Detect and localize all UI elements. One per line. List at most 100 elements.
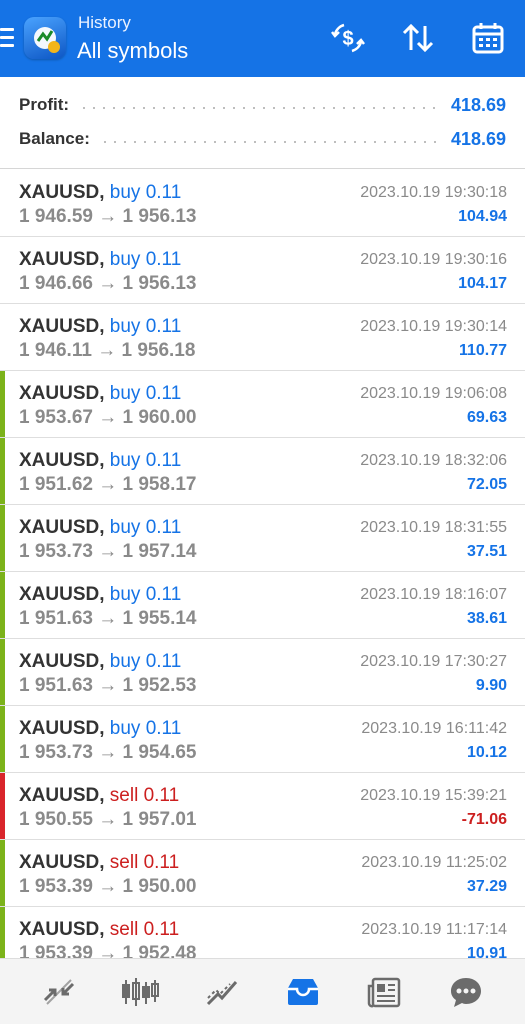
deal-time: 2023.10.19 17:30:27 bbox=[360, 653, 507, 670]
deal-status-bar bbox=[0, 572, 5, 638]
deal-profit: 37.29 bbox=[466, 878, 507, 895]
dotted-leader bbox=[79, 107, 441, 109]
deal-prices: 1 951.62 → 1 958.17 bbox=[19, 474, 197, 495]
deal-symbol-text: XAUUSD, bbox=[19, 651, 105, 672]
deal-profit: 69.63 bbox=[466, 409, 507, 426]
calendar-icon[interactable] bbox=[468, 18, 508, 58]
deal-status-bar bbox=[0, 639, 5, 705]
deal-symbol-text: XAUUSD, bbox=[19, 517, 105, 538]
deal-row[interactable]: XAUUSD, buy 0.11 1 946.66 → 1 956.13 2023.… bbox=[0, 237, 525, 304]
deal-side: buy 0.11 bbox=[109, 718, 182, 739]
deal-symbol: XAUUSD, buy 0.11 bbox=[19, 718, 181, 740]
dotted-leader bbox=[99, 141, 441, 143]
deal-side: buy 0.11 bbox=[109, 316, 182, 337]
deal-symbol: XAUUSD, buy 0.11 bbox=[19, 651, 181, 673]
sort-icon[interactable] bbox=[398, 18, 438, 58]
svg-text:$: $ bbox=[342, 28, 353, 50]
menu-icon[interactable] bbox=[0, 28, 14, 48]
deal-row[interactable]: XAUUSD, sell 0.11 1 953.39 → 1 952.48 2023… bbox=[0, 907, 525, 958]
deal-profit: 104.94 bbox=[458, 208, 507, 225]
deal-prices: 1 953.73 → 1 954.65 bbox=[19, 742, 197, 763]
deals-list[interactable]: XAUUSD, buy 0.11 1 946.59 → 1 956.13 2023.… bbox=[0, 170, 525, 958]
deal-prices: 1 951.63 → 1 955.14 bbox=[19, 608, 197, 629]
deal-time: 2023.10.19 16:11:42 bbox=[361, 720, 507, 737]
deal-time: 2023.10.19 11:25:02 bbox=[361, 854, 507, 871]
quotes-icon[interactable] bbox=[34, 967, 84, 1017]
deal-side: buy 0.11 bbox=[109, 182, 182, 203]
deal-time: 2023.10.19 11:17:14 bbox=[361, 921, 507, 938]
deal-row[interactable]: XAUUSD, buy 0.11 1 953.73 → 1 957.14 2023.… bbox=[0, 505, 525, 572]
deal-time: 2023.10.19 19:30:18 bbox=[360, 184, 507, 201]
deal-prices: 1 953.73 → 1 957.14 bbox=[19, 541, 197, 562]
deal-side: buy 0.11 bbox=[109, 517, 182, 538]
deal-prices: 1 946.11 → 1 956.18 bbox=[19, 340, 196, 361]
deal-row[interactable]: XAUUSD, buy 0.11 1 951.63 → 1 952.53 2023.… bbox=[0, 639, 525, 706]
deal-side: buy 0.11 bbox=[109, 651, 182, 672]
deal-symbol-text: XAUUSD, bbox=[19, 249, 105, 270]
deal-row[interactable]: XAUUSD, buy 0.11 1 953.73 → 1 954.65 2023.… bbox=[0, 706, 525, 773]
deal-row[interactable]: XAUUSD, sell 0.11 1 953.39 → 1 950.00 2023… bbox=[0, 840, 525, 907]
deal-symbol-text: XAUUSD, bbox=[19, 785, 105, 806]
deal-status-bar bbox=[0, 907, 5, 958]
deal-symbol-text: XAUUSD, bbox=[19, 718, 105, 739]
deal-time: 2023.10.19 18:32:06 bbox=[360, 452, 507, 469]
deal-row[interactable]: XAUUSD, buy 0.11 1 946.11 → 1 956.18 2023.… bbox=[0, 304, 525, 371]
deal-row[interactable]: XAUUSD, buy 0.11 1 951.63 → 1 955.14 2023.… bbox=[0, 572, 525, 639]
deal-symbol-text: XAUUSD, bbox=[19, 316, 105, 337]
deal-side: buy 0.11 bbox=[109, 450, 182, 471]
deal-prices: 1 953.67 → 1 960.00 bbox=[19, 407, 197, 428]
news-icon[interactable] bbox=[360, 967, 410, 1017]
history-icon[interactable] bbox=[278, 967, 328, 1017]
deal-symbol: XAUUSD, buy 0.11 bbox=[19, 517, 181, 539]
balance-row: Balance: 418.69 bbox=[19, 125, 506, 153]
chart-icon[interactable] bbox=[115, 967, 165, 1017]
deal-profit: 110.77 bbox=[458, 342, 507, 359]
trade-icon[interactable] bbox=[197, 967, 247, 1017]
deal-prices: 1 946.59 → 1 956.13 bbox=[19, 206, 197, 227]
currency-exchange-icon[interactable]: $ bbox=[328, 18, 368, 58]
deal-time: 2023.10.19 19:30:14 bbox=[360, 318, 507, 335]
deal-symbol: XAUUSD, sell 0.11 bbox=[19, 919, 179, 941]
deal-prices: 1 950.55 → 1 957.01 bbox=[19, 809, 197, 830]
deal-row[interactable]: XAUUSD, buy 0.11 1 946.59 → 1 956.13 2023.… bbox=[0, 170, 525, 237]
deal-side: buy 0.11 bbox=[109, 249, 182, 270]
bottom-navigation bbox=[0, 958, 525, 1024]
deal-status-bar bbox=[0, 773, 5, 839]
deal-row[interactable]: XAUUSD, buy 0.11 1 953.67 → 1 960.00 2023.… bbox=[0, 371, 525, 438]
app-header: History All symbols $ bbox=[0, 0, 525, 77]
deal-symbol-text: XAUUSD, bbox=[19, 182, 105, 203]
header-subtitle: History bbox=[78, 13, 131, 32]
deal-status-bar bbox=[0, 438, 5, 504]
profit-row: Profit: 418.69 bbox=[19, 91, 506, 119]
deal-symbol: XAUUSD, sell 0.11 bbox=[19, 852, 179, 874]
deal-profit: 10.12 bbox=[466, 744, 507, 761]
deal-row[interactable]: XAUUSD, buy 0.11 1 951.62 → 1 958.17 2023.… bbox=[0, 438, 525, 505]
profit-value: 418.69 bbox=[450, 94, 506, 115]
deal-side: buy 0.11 bbox=[109, 584, 182, 605]
deal-time: 2023.10.19 15:39:21 bbox=[360, 787, 507, 804]
history-summary: Profit: 418.69 Balance: 418.69 bbox=[0, 77, 525, 169]
deal-symbol-text: XAUUSD, bbox=[19, 919, 105, 940]
deal-time: 2023.10.19 19:06:08 bbox=[360, 385, 507, 402]
deal-profit: 9.90 bbox=[475, 677, 507, 694]
header-title[interactable]: All symbols bbox=[77, 38, 188, 64]
profit-label: Profit: bbox=[19, 95, 70, 114]
deal-side: buy 0.11 bbox=[109, 383, 182, 404]
deal-time: 2023.10.19 19:30:16 bbox=[360, 251, 507, 268]
deal-row[interactable]: XAUUSD, sell 0.11 1 950.55 → 1 957.01 2023… bbox=[0, 773, 525, 840]
app-logo bbox=[24, 17, 66, 59]
deal-profit: 37.51 bbox=[466, 543, 507, 560]
deal-prices: 1 953.39 → 1 952.48 bbox=[19, 943, 197, 958]
deal-profit: -71.06 bbox=[461, 811, 507, 828]
deal-symbol: XAUUSD, buy 0.11 bbox=[19, 383, 181, 405]
deal-symbol: XAUUSD, buy 0.11 bbox=[19, 450, 181, 472]
balance-value: 418.69 bbox=[450, 128, 506, 149]
deal-time: 2023.10.19 18:31:55 bbox=[360, 519, 507, 536]
deal-symbol-text: XAUUSD, bbox=[19, 852, 105, 873]
messages-icon[interactable] bbox=[441, 967, 491, 1017]
deal-time: 2023.10.19 18:16:07 bbox=[360, 586, 507, 603]
deal-symbol-text: XAUUSD, bbox=[19, 450, 105, 471]
deal-side: sell 0.11 bbox=[109, 919, 180, 940]
deal-symbol: XAUUSD, buy 0.11 bbox=[19, 316, 181, 338]
deal-profit: 10.91 bbox=[466, 945, 507, 958]
